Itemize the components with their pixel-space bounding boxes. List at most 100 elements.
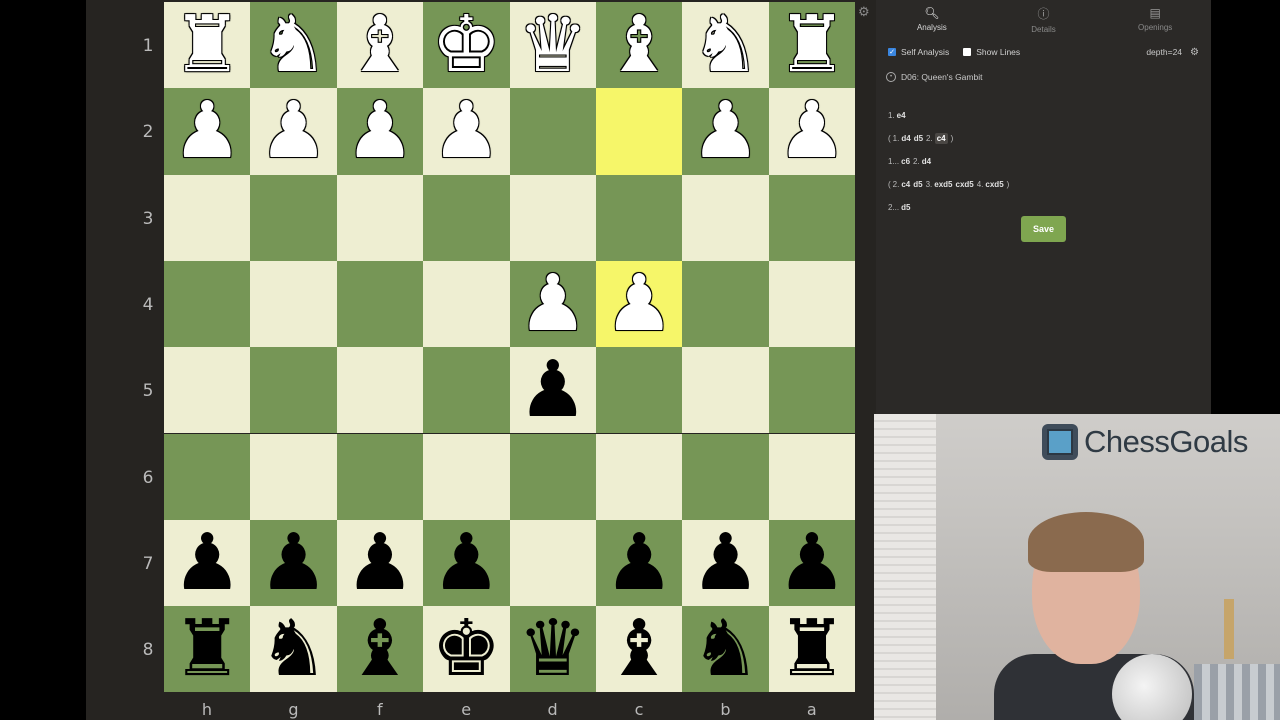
board-square[interactable] <box>336 174 424 261</box>
board-square[interactable]: ♟ <box>250 88 337 175</box>
board-square[interactable]: ♜ <box>768 606 856 693</box>
black-rook-icon[interactable]: ♜ <box>172 610 242 688</box>
engine-settings-gear-icon[interactable]: ⚙ <box>1190 47 1199 58</box>
board-square[interactable] <box>336 260 424 348</box>
board-square[interactable]: ♞ <box>682 2 769 89</box>
board-square[interactable]: ♝ <box>336 606 424 693</box>
board-square[interactable]: ♟ <box>768 88 856 175</box>
board-square[interactable] <box>596 88 683 175</box>
board-square[interactable]: ♝ <box>336 2 424 89</box>
board-square[interactable] <box>423 347 510 434</box>
board-square[interactable]: ♜ <box>164 2 251 89</box>
black-rook-icon[interactable]: ♜ <box>777 610 847 688</box>
move-san[interactable]: exd5 <box>934 180 952 189</box>
white-pawn-icon[interactable]: ♟ <box>345 92 415 170</box>
white-rook-icon[interactable]: ♜ <box>777 6 847 84</box>
move-san[interactable]: d5 <box>914 134 923 143</box>
white-pawn-icon[interactable]: ♟ <box>604 265 674 343</box>
board-square[interactable]: ♜ <box>768 2 856 89</box>
board-square[interactable] <box>682 347 769 434</box>
move-san[interactable]: cxd5 <box>956 180 974 189</box>
board-square[interactable]: ♟ <box>509 260 596 348</box>
tab-openings[interactable]: ▤ Openings <box>1099 0 1211 38</box>
board-square[interactable]: ♞ <box>682 606 769 693</box>
tab-details[interactable]: ⓘ Details <box>988 0 1100 38</box>
board-square[interactable]: ♟ <box>336 88 424 175</box>
black-pawn-icon[interactable]: ♟ <box>518 351 588 429</box>
white-pawn-icon[interactable]: ♟ <box>518 265 588 343</box>
board-square[interactable]: ♛ <box>509 606 596 693</box>
board-square[interactable]: ♞ <box>250 606 337 693</box>
white-pawn-icon[interactable]: ♟ <box>431 92 501 170</box>
board-square[interactable] <box>509 433 596 520</box>
board-square[interactable] <box>336 433 424 520</box>
tab-analysis[interactable]: 🔍︎ Analysis <box>876 0 988 38</box>
white-queen-icon[interactable]: ♛ <box>518 6 588 84</box>
board-square[interactable] <box>509 519 596 607</box>
black-king-icon[interactable]: ♚ <box>431 610 501 688</box>
board-square[interactable]: ♝ <box>596 606 683 693</box>
white-knight-icon[interactable]: ♞ <box>691 6 761 84</box>
black-pawn-icon[interactable]: ♟ <box>777 524 847 602</box>
board-square[interactable] <box>336 347 424 434</box>
board-square[interactable]: ♛ <box>509 2 596 89</box>
black-pawn-icon[interactable]: ♟ <box>431 524 501 602</box>
move-san[interactable]: d4 <box>901 134 910 143</box>
board-square[interactable]: ♟ <box>336 519 424 607</box>
white-bishop-icon[interactable]: ♝ <box>345 6 415 84</box>
board-square[interactable] <box>509 88 596 175</box>
board-square[interactable] <box>423 174 510 261</box>
show-lines-checkbox[interactable]: Show Lines <box>963 47 1020 57</box>
board-square[interactable] <box>250 347 337 434</box>
self-analysis-checkbox[interactable]: ✓ Self Analysis <box>888 47 949 57</box>
board-square[interactable] <box>250 260 337 348</box>
move-san[interactable]: e4 <box>897 111 906 120</box>
board-square[interactable]: ♟ <box>596 519 683 607</box>
board-square[interactable] <box>164 433 251 520</box>
black-pawn-icon[interactable]: ♟ <box>604 524 674 602</box>
black-pawn-icon[interactable]: ♟ <box>345 524 415 602</box>
move-san[interactable]: c4 <box>934 133 948 144</box>
board-square[interactable]: ♟ <box>596 260 683 348</box>
board-square[interactable]: ♟ <box>682 519 769 607</box>
board-square[interactable]: ♟ <box>423 88 510 175</box>
board-square[interactable] <box>423 433 510 520</box>
board-square[interactable] <box>164 260 251 348</box>
white-knight-icon[interactable]: ♞ <box>259 6 329 84</box>
board-square[interactable] <box>682 174 769 261</box>
board-square[interactable] <box>164 347 251 434</box>
board-square[interactable]: ♟ <box>682 88 769 175</box>
board-square[interactable] <box>596 433 683 520</box>
save-button[interactable]: Save <box>1021 216 1066 242</box>
black-pawn-icon[interactable]: ♟ <box>691 524 761 602</box>
board-square[interactable] <box>768 347 856 434</box>
board-square[interactable]: ♟ <box>423 519 510 607</box>
white-pawn-icon[interactable]: ♟ <box>777 92 847 170</box>
board-square[interactable]: ♚ <box>423 2 510 89</box>
move-san[interactable]: d4 <box>922 157 931 166</box>
chess-board[interactable]: ♜ ♞ ♝ ♚ ♛ ♝ ♞ ♜ ♟ ♟ ♟ ♟ ♟ ♟ ♟ ♟ ♟ ♟ ♟ ♟ ♟ ♟ ♟ ♟ ♜ ♞ ♝ ♚ ♛ ♝ ♞ ♜ <box>164 2 856 693</box>
board-square[interactable] <box>768 260 856 348</box>
board-square[interactable] <box>682 260 769 348</box>
board-square[interactable] <box>423 260 510 348</box>
board-square[interactable] <box>596 174 683 261</box>
move-san[interactable]: d5 <box>901 203 910 212</box>
black-queen-icon[interactable]: ♛ <box>518 610 588 688</box>
move-san[interactable]: cxd5 <box>985 180 1003 189</box>
board-square[interactable]: ♟ <box>768 519 856 607</box>
board-square[interactable]: ♟ <box>250 519 337 607</box>
board-square[interactable] <box>768 433 856 520</box>
move-san[interactable]: c6 <box>901 157 910 166</box>
board-square[interactable] <box>596 347 683 434</box>
board-square[interactable] <box>250 433 337 520</box>
board-square[interactable] <box>768 174 856 261</box>
black-knight-icon[interactable]: ♞ <box>691 610 761 688</box>
white-pawn-icon[interactable]: ♟ <box>691 92 761 170</box>
board-square[interactable] <box>682 433 769 520</box>
black-pawn-icon[interactable]: ♟ <box>172 524 242 602</box>
white-pawn-icon[interactable]: ♟ <box>172 92 242 170</box>
board-square[interactable] <box>250 174 337 261</box>
board-settings-gear-icon[interactable]: ⚙ <box>858 4 870 20</box>
board-square[interactable]: ♟ <box>164 88 251 175</box>
black-bishop-icon[interactable]: ♝ <box>604 610 674 688</box>
